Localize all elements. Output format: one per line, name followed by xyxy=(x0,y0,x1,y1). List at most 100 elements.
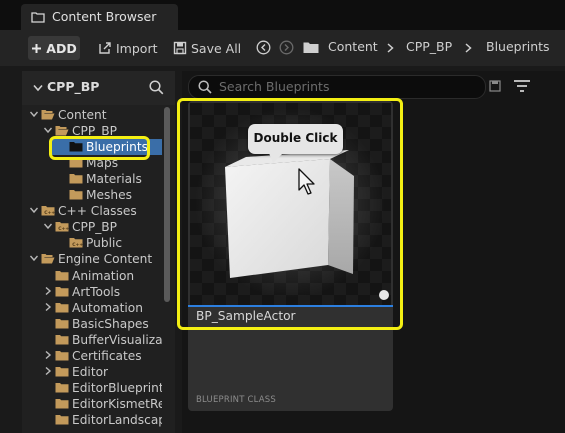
tree-item-label: Automation xyxy=(72,300,143,315)
tree-item-public[interactable]: C++ Public xyxy=(22,235,162,251)
save-icon xyxy=(173,41,187,55)
tree-item-meshes[interactable]: Meshes xyxy=(22,187,162,203)
chevron-right-icon[interactable] xyxy=(44,286,52,295)
chevron-right-icon[interactable] xyxy=(44,350,52,359)
tree-item-label: Certificates xyxy=(72,348,142,363)
tree-item-cpp-bp-classes[interactable]: C++ CPP_BP xyxy=(22,219,162,235)
chevron-right-icon[interactable] xyxy=(44,302,52,311)
tab-bar: Content Browser xyxy=(0,0,565,30)
callout-text: Double Click xyxy=(253,131,338,145)
folder-icon xyxy=(55,270,69,280)
add-label: ADD xyxy=(46,40,77,56)
tree-item-editorblueprintresources[interactable]: EditorBlueprintR xyxy=(22,380,162,396)
tab-content-browser[interactable]: Content Browser xyxy=(21,4,178,30)
folder-icon xyxy=(303,42,319,53)
tab-title: Content Browser xyxy=(52,9,157,24)
tree-item-basicshapes[interactable]: BasicShapes xyxy=(22,316,162,332)
forward-arrow-icon[interactable] xyxy=(279,40,294,55)
breadcrumb-blueprints[interactable]: Blueprints xyxy=(486,39,550,54)
filter-icon[interactable] xyxy=(513,79,531,94)
tree-item-label: Content xyxy=(58,108,107,122)
tree-item-label: EditorKismetRes xyxy=(72,396,162,411)
add-button[interactable]: ADD xyxy=(28,36,80,60)
tree-item-animation[interactable]: Animation xyxy=(22,268,162,284)
tree-item-label: CPP_BP xyxy=(72,220,118,235)
tree-item-editorkismetresources[interactable]: EditorKismetRes xyxy=(22,396,162,412)
import-label: Import xyxy=(116,40,158,56)
tree-item-label: EditorBlueprintR xyxy=(72,380,162,395)
chevron-down-icon[interactable] xyxy=(33,84,43,92)
import-icon xyxy=(99,42,111,54)
tree-item-label: C++ Classes xyxy=(58,204,137,219)
sources-header: CPP_BP xyxy=(22,71,175,105)
tree-item-label: BufferVisualizat xyxy=(72,332,162,347)
sources-panel: CPP_BP Content CPP_BP Blueprints Maps Materi… xyxy=(22,71,175,433)
chevron-down-icon[interactable] xyxy=(44,222,52,230)
tree-item-content[interactable]: Content xyxy=(22,107,162,123)
tree-item-label: Meshes xyxy=(86,188,132,203)
tree-item-editorlandscaperesources[interactable]: EditorLandscape xyxy=(22,412,162,428)
cpp-folder-icon: C++ xyxy=(41,206,55,216)
folder-icon xyxy=(55,414,69,425)
folder-open-icon xyxy=(55,126,69,136)
folder-icon xyxy=(55,302,69,313)
folder-highlight-box xyxy=(49,136,150,160)
tree-item-label: BasicShapes xyxy=(72,316,149,331)
sources-root-label: CPP_BP xyxy=(47,79,100,94)
cpp-folder-icon: C++ xyxy=(69,238,83,248)
folder-icon xyxy=(55,286,69,297)
tree-item-label: EditorLandscape xyxy=(72,412,162,427)
asset-class-label: BLUEPRINT CLASS xyxy=(196,395,276,405)
svg-text:C++: C++ xyxy=(44,210,55,216)
callout-pointer xyxy=(269,153,283,163)
mouse-cursor-icon xyxy=(298,168,315,195)
tree-item-label: ArtTools xyxy=(72,284,121,299)
tree-item-certificates[interactable]: Certificates xyxy=(22,348,162,364)
folder-icon xyxy=(55,350,69,361)
folder-icon xyxy=(69,174,83,184)
tree-item-label: Editor xyxy=(72,364,109,379)
folder-icon xyxy=(55,334,69,345)
sidebar-scrollbar[interactable] xyxy=(164,107,170,302)
folder-open-icon xyxy=(41,110,55,120)
chevron-down-icon[interactable] xyxy=(30,110,38,118)
folder-icon xyxy=(55,366,69,377)
tree-item-buffervisualization[interactable]: BufferVisualizat xyxy=(22,332,162,348)
chevron-down-icon[interactable] xyxy=(30,254,38,262)
save-search-icon[interactable] xyxy=(489,80,501,92)
chevron-right-icon[interactable] xyxy=(44,366,52,375)
svg-text:C++: C++ xyxy=(58,226,69,232)
toolbar: ADD Import Save All Content CPP_BP Bluep… xyxy=(0,30,565,66)
folder-icon xyxy=(55,318,69,329)
double-click-callout: Double Click xyxy=(248,124,343,163)
breadcrumb-cpp-bp[interactable]: CPP_BP xyxy=(406,39,452,54)
cpp-folder-icon: C++ xyxy=(55,222,69,232)
tree-item-label: Public xyxy=(86,236,123,251)
save-all-button[interactable]: Save All xyxy=(173,36,241,60)
folder-open-icon xyxy=(41,254,55,264)
folder-icon xyxy=(55,382,69,393)
chevron-down-icon[interactable] xyxy=(30,206,38,214)
breadcrumb-content[interactable]: Content xyxy=(328,39,378,54)
tree-item-label: Animation xyxy=(72,268,135,283)
tree-item-engine-content[interactable]: Engine Content xyxy=(22,251,162,267)
chevron-down-icon[interactable] xyxy=(44,126,52,134)
tree-item-materials[interactable]: Materials xyxy=(22,171,162,187)
tree-item-automation[interactable]: Automation xyxy=(22,300,162,316)
tree-item-cpp-classes[interactable]: C++ C++ Classes xyxy=(22,203,162,219)
folder-icon xyxy=(69,190,83,200)
tree-item-label: Materials xyxy=(86,172,142,187)
search-icon xyxy=(198,80,212,94)
chevron-right-icon xyxy=(387,43,394,53)
save-all-label: Save All xyxy=(191,40,242,56)
back-arrow-icon[interactable] xyxy=(256,40,271,55)
import-button[interactable]: Import xyxy=(98,36,158,60)
chevron-right-icon xyxy=(465,43,472,53)
svg-text:C++: C++ xyxy=(72,242,83,248)
tree-item-arttools[interactable]: ArtTools xyxy=(22,284,162,300)
plus-icon xyxy=(32,43,42,53)
content-browser-icon xyxy=(31,12,45,23)
search-input[interactable]: Search Blueprints xyxy=(188,75,486,99)
search-icon[interactable] xyxy=(149,80,164,95)
tree-item-editor[interactable]: Editor xyxy=(22,364,162,380)
